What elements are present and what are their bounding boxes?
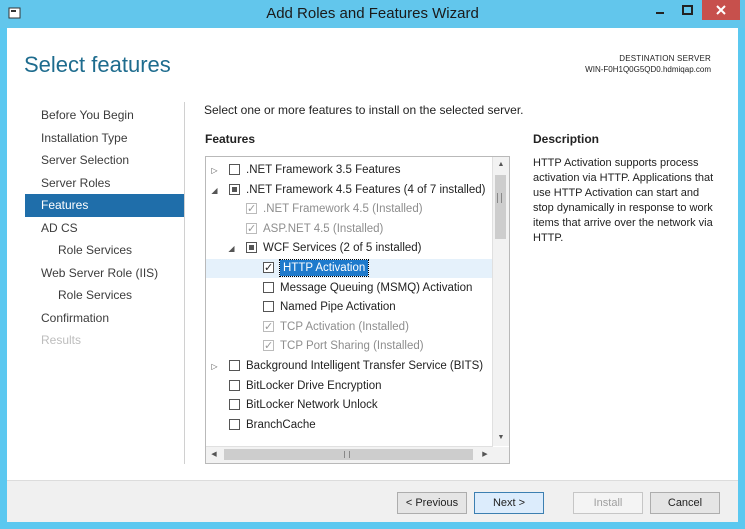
close-button[interactable] [702,0,740,20]
feature-row[interactable]: ◢ .NET Framework 4.5 Features (4 of 7 ins… [206,181,493,200]
feature-checkbox [263,318,274,337]
feature-label: ASP.NET 4.5 (Installed) [263,222,384,235]
feature-row[interactable]: Named Pipe Activation [206,298,493,317]
feature-label: .NET Framework 4.5 (Installed) [263,203,423,216]
feature-checkbox[interactable] [263,281,274,293]
window-title: Add Roles and Features Wizard [266,5,479,22]
feature-label: Named Pipe Activation [280,301,396,314]
feature-label: .NET Framework 4.5 Features (4 of 7 inst… [246,183,486,196]
feature-label: BitLocker Drive Encryption [246,379,382,392]
nav-item-iis-role-services[interactable]: Role Services [25,284,185,307]
features-tree[interactable]: ▷ .NET Framework 3.5 Features ◢ .NET Framew… [205,156,510,464]
maximize-button[interactable] [674,0,700,20]
title-bar[interactable]: Add Roles and Features Wizard [0,0,745,28]
nav-item-server-roles[interactable]: Server Roles [25,172,185,195]
expanded-arrow-icon[interactable]: ◢ [227,239,236,258]
expanded-arrow-icon[interactable]: ◢ [210,181,219,200]
install-button: Install [573,492,643,514]
scroll-grip-icon [344,451,350,458]
nav-item-ad-cs[interactable]: AD CS [25,217,185,240]
nav-item-web-server-role[interactable]: Web Server Role (IIS) [25,262,185,285]
feature-row[interactable]: .NET Framework 4.5 (Installed) [206,200,493,219]
feature-checkbox[interactable] [229,183,240,195]
nav-divider [184,102,185,464]
feature-label: HTTP Activation [278,259,370,277]
page-title: Select features [24,52,171,77]
feature-row[interactable]: TCP Activation (Installed) [206,318,493,337]
scroll-left-arrow-icon[interactable]: ◀ [206,447,222,463]
feature-row[interactable]: ▷ Background Intelligent Transfer Service… [206,357,493,376]
nav-item-installation-type[interactable]: Installation Type [25,127,185,150]
feature-checkbox[interactable] [263,259,274,278]
feature-row[interactable]: ▷ .NET Framework 3.5 Features [206,161,493,180]
description-text: HTTP Activation supports process activat… [533,157,714,244]
feature-checkbox[interactable] [229,164,240,175]
feature-label: TCP Port Sharing (Installed) [280,340,424,353]
close-icon [716,5,726,15]
wizard-navigation: Before You Begin Installation Type Serve… [25,104,185,352]
instruction-text: Select one or more features to install o… [204,103,524,117]
feature-label: WCF Services (2 of 5 installed) [263,242,422,255]
feature-checkbox[interactable] [246,242,257,254]
cancel-button[interactable]: Cancel [650,492,720,514]
feature-row[interactable]: ◢ WCF Services (2 of 5 installed) [206,239,493,258]
feature-checkbox[interactable] [229,379,240,391]
nav-item-ad-cs-role-services[interactable]: Role Services [25,239,185,262]
destination-server-name: WIN-F0H1Q0G5QD0.hdmiqap.com [585,65,711,74]
horizontal-scrollbar[interactable]: ◀ ▶ [206,446,493,463]
feature-row[interactable]: BranchCache [206,416,493,435]
feature-label: .NET Framework 3.5 Features [246,164,401,176]
feature-row[interactable]: HTTP Activation [206,259,493,278]
minimize-icon [656,12,664,14]
scroll-grip-icon [497,193,502,203]
feature-checkbox[interactable] [229,418,240,430]
scroll-right-arrow-icon[interactable]: ▶ [477,447,493,463]
feature-checkbox[interactable] [229,399,240,411]
next-button[interactable]: Next > [474,492,544,514]
nav-item-confirmation[interactable]: Confirmation [25,307,185,330]
feature-checkbox [263,337,274,356]
feature-label: Message Queuing (MSMQ) Activation [280,281,473,294]
feature-label: BitLocker Network Unlock [246,399,378,412]
scroll-down-arrow-icon[interactable]: ▼ [493,430,509,446]
feature-row[interactable]: TCP Port Sharing (Installed) [206,337,493,356]
collapsed-arrow-icon[interactable]: ▷ [210,161,219,180]
wizard-window: Add Roles and Features Wizard Select fea… [0,0,745,529]
feature-row[interactable]: BitLocker Drive Encryption [206,377,493,396]
description-heading: Description [533,132,600,146]
feature-checkbox [246,200,257,219]
feature-checkbox [246,220,257,239]
collapsed-arrow-icon[interactable]: ▷ [210,357,219,376]
feature-label: Background Intelligent Transfer Service … [246,360,484,372]
scrollbar-corner [493,447,509,463]
nav-item-before-you-begin[interactable]: Before You Begin [25,104,185,127]
feature-checkbox[interactable] [229,360,240,371]
minimize-button[interactable] [648,0,672,20]
nav-item-features[interactable]: Features [25,194,185,217]
nav-item-server-selection[interactable]: Server Selection [25,149,185,172]
features-heading: Features [205,132,256,146]
destination-server-label: DESTINATION SERVER [619,54,711,63]
feature-label: BranchCache [246,418,316,431]
horizontal-scroll-thumb[interactable] [224,449,473,460]
scroll-up-arrow-icon[interactable]: ▲ [493,157,509,173]
feature-row[interactable]: BitLocker Network Unlock [206,396,493,415]
feature-row[interactable]: Message Queuing (MSMQ) Activation [206,279,493,298]
wizard-content: Select features DESTINATION SERVER WIN-F… [7,28,738,522]
feature-checkbox[interactable] [263,301,274,313]
vertical-scroll-thumb[interactable] [495,175,506,239]
feature-label: TCP Activation (Installed) [280,320,409,333]
maximize-icon [681,5,693,15]
nav-item-results: Results [41,333,82,347]
feature-row[interactable]: ASP.NET 4.5 (Installed) [206,220,493,239]
previous-button[interactable]: < Previous [397,492,467,514]
vertical-scrollbar[interactable]: ▲ ▼ [492,157,509,446]
